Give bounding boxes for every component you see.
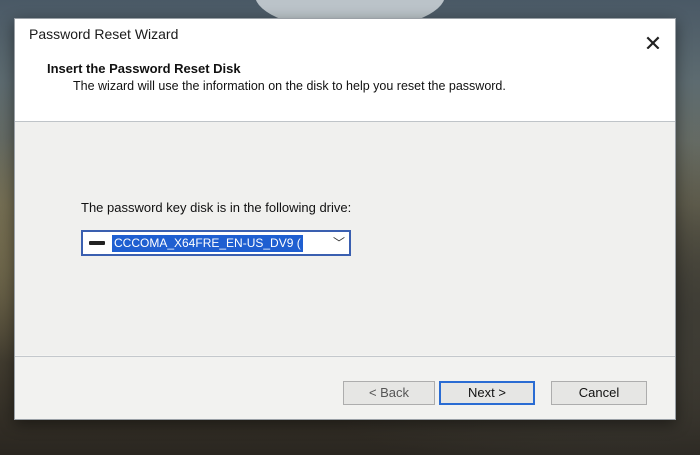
wizard-header: Insert the Password Reset Disk The wizar… — [15, 49, 675, 122]
cancel-button[interactable]: Cancel — [551, 381, 647, 405]
drive-select[interactable]: CCCOMA_X64FRE_EN-US_DV9 ( ﹀ — [81, 230, 351, 256]
wizard-content: The password key disk is in the followin… — [15, 122, 675, 355]
title-bar: Password Reset Wizard ✕ — [15, 19, 675, 56]
next-button[interactable]: Next > — [439, 381, 535, 405]
password-reset-dialog: Password Reset Wizard ✕ Insert the Passw… — [14, 18, 676, 420]
usb-drive-icon — [89, 241, 105, 245]
wizard-footer: < Back Next > Cancel — [15, 356, 675, 419]
drive-label: The password key disk is in the followin… — [81, 200, 352, 215]
chevron-down-icon[interactable]: ﹀ — [333, 234, 345, 251]
page-title: Insert the Password Reset Disk — [47, 61, 241, 76]
back-button[interactable]: < Back — [343, 381, 435, 405]
window-title: Password Reset Wizard — [29, 26, 179, 42]
drive-selected-value: CCCOMA_X64FRE_EN-US_DV9 ( — [112, 235, 303, 252]
page-subtitle: The wizard will use the information on t… — [73, 79, 506, 93]
